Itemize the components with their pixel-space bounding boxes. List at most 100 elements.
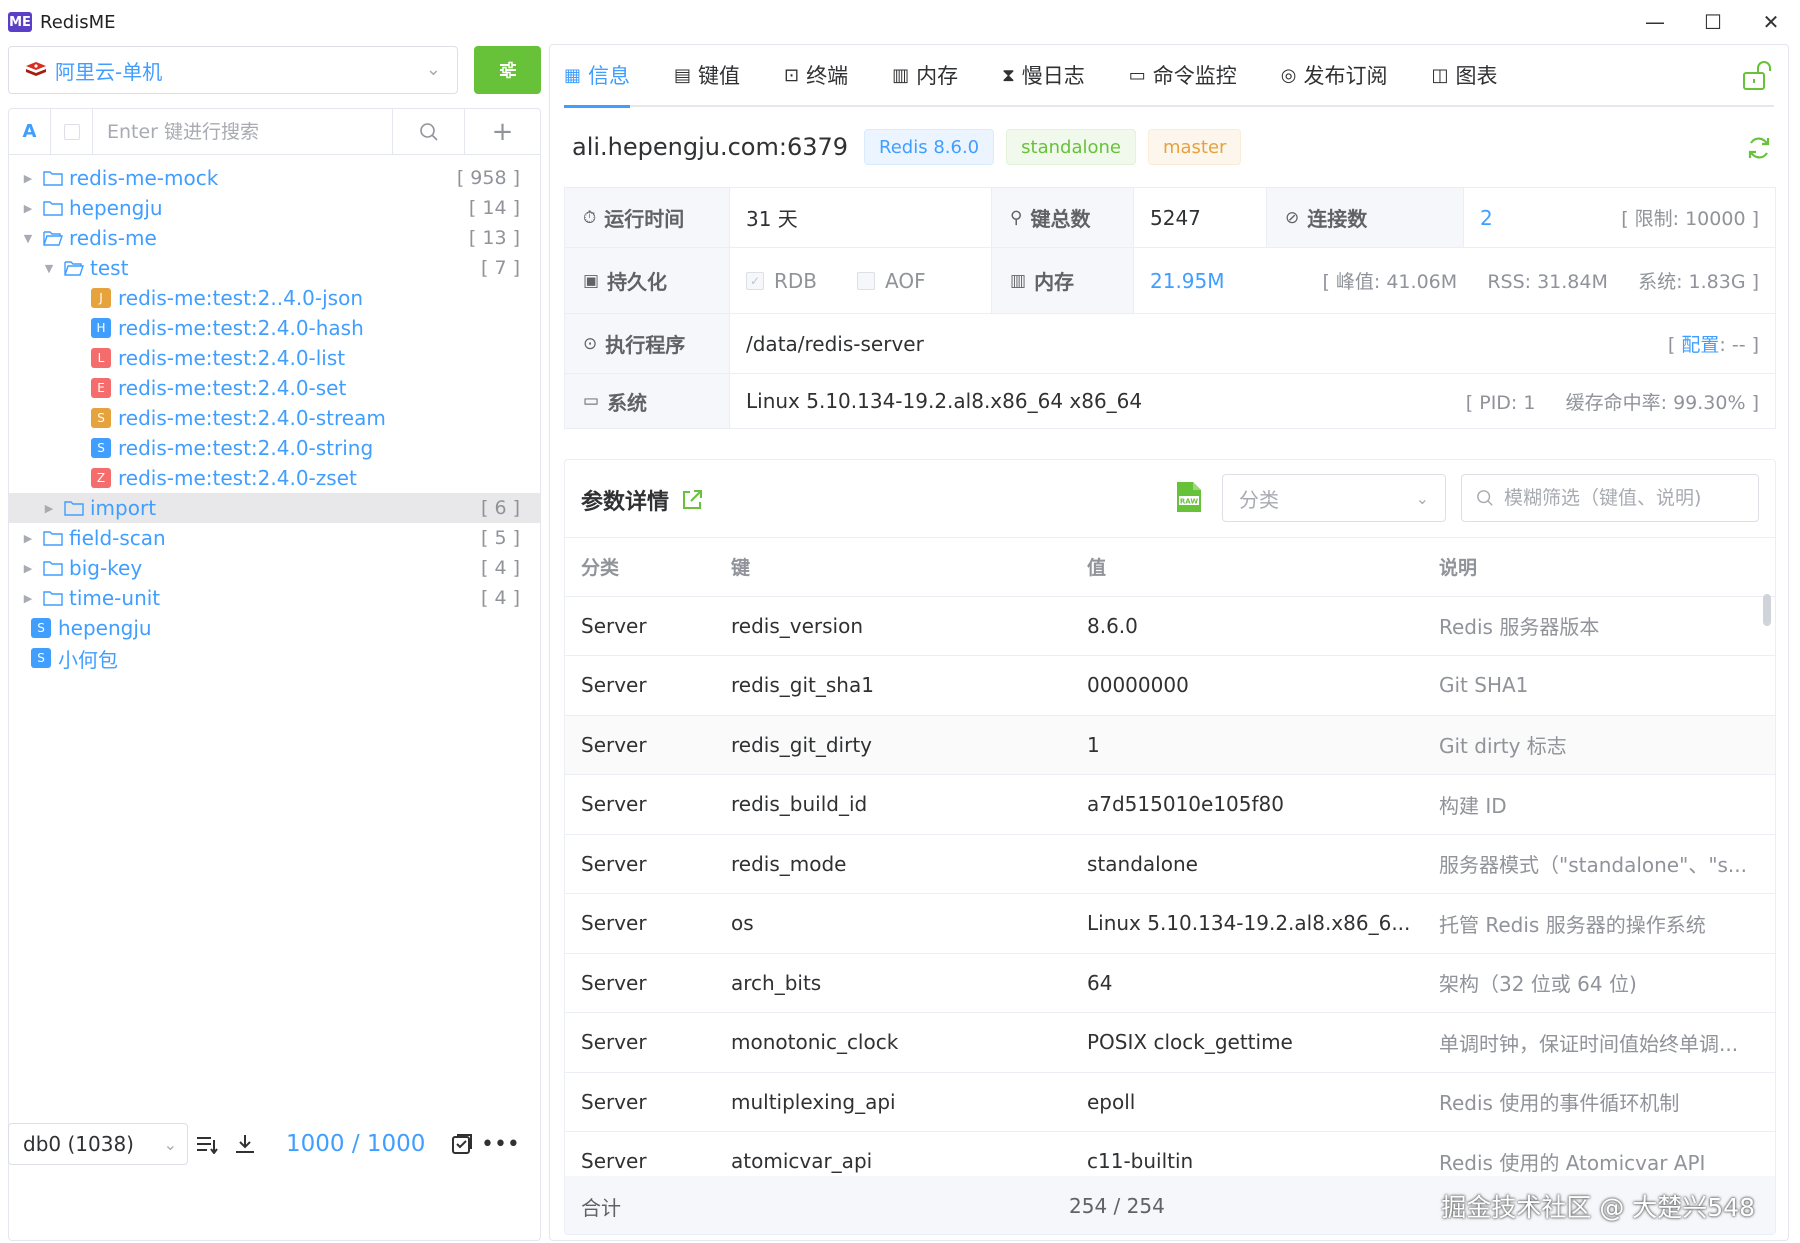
tree-count: [ 4 ] <box>481 557 520 579</box>
sort-icon[interactable] <box>188 1134 226 1154</box>
tab-terminal[interactable]: ⊡ 终端 <box>784 45 848 105</box>
caret-right-icon[interactable]: ▶ <box>21 592 35 605</box>
external-link-icon[interactable] <box>681 489 703 511</box>
tab-calendar[interactable]: ▦ 信息 <box>564 45 631 108</box>
tab-chart[interactable]: ◫ 图表 <box>1432 45 1498 105</box>
table-row[interactable]: Server redis_version 8.6.0 Redis 服务器版本 <box>565 596 1775 656</box>
tree-key[interactable]: Lredis-me:test:2.4.0-list <box>9 343 540 373</box>
search-bar: A + <box>9 109 540 155</box>
tree-folder[interactable]: ▼ test [ 7 ] <box>9 253 540 283</box>
connection-name: 阿里云-单机 <box>55 59 163 84</box>
tree-key[interactable]: Sredis-me:test:2.4.0-string <box>9 433 540 463</box>
tree-key[interactable]: Sredis-me:test:2.4.0-stream <box>9 403 540 433</box>
tree-key[interactable]: Zredis-me:test:2.4.0-zset <box>9 463 540 493</box>
tree-key[interactable]: Jredis-me:test:2..4.0-json <box>9 283 540 313</box>
table-row[interactable]: Server redis_git_dirty 1 Git dirty 标志 <box>565 715 1775 775</box>
column-header[interactable]: 说明 <box>1423 538 1775 597</box>
tab-hourglass[interactable]: ⧗ 慢日志 <box>1002 45 1085 105</box>
tab-label: 命令监控 <box>1152 64 1237 88</box>
tree-label: hepengju <box>58 616 152 640</box>
table-row[interactable]: Server redis_git_sha1 00000000 Git SHA1 <box>565 655 1775 716</box>
minimize-button[interactable]: — <box>1626 0 1684 44</box>
tree-key[interactable]: Hredis-me:test:2.4.0-hash <box>9 313 540 343</box>
tab-broadcast[interactable]: ◎ 发布订阅 <box>1281 45 1388 105</box>
tab-monitor[interactable]: ▭ 命令监控 <box>1129 45 1237 105</box>
close-button[interactable]: ✕ <box>1742 0 1800 44</box>
batch-select-icon[interactable] <box>443 1133 481 1155</box>
connection-select[interactable]: 阿里云-单机 ⌄ <box>8 46 458 94</box>
connection-settings-button[interactable] <box>474 46 541 94</box>
table-row[interactable]: Server multiplexing_api epoll Redis 使用的事件循环… <box>565 1072 1775 1132</box>
server-header: ali.hepengju.com:6379 Redis 8.6.0 standa… <box>572 125 1772 169</box>
tree-label: redis-me:test:2..4.0-json <box>118 286 363 310</box>
search-button[interactable] <box>393 109 465 154</box>
chevron-down-icon: ⌄ <box>425 59 441 80</box>
tree-folder[interactable]: ▶ big-key [ 4 ] <box>9 553 540 583</box>
tab-label: 信息 <box>588 64 631 88</box>
column-header[interactable]: 值 <box>1071 538 1423 597</box>
value-cell: 1 <box>1071 715 1423 775</box>
tree-key[interactable]: Shepengju <box>9 613 540 643</box>
tree-folder[interactable]: ▶ hepengju [ 14 ] <box>9 193 540 223</box>
tree-folder[interactable]: ▶ import [ 6 ] <box>9 493 540 523</box>
tab-memory[interactable]: ▥ 内存 <box>892 45 958 105</box>
filter-field[interactable] <box>1461 474 1759 522</box>
key-type-badge: S <box>91 438 111 458</box>
tree-folder[interactable]: ▶ field-scan [ 5 ] <box>9 523 540 553</box>
select-all-checkbox[interactable] <box>51 109 93 154</box>
raw-file-icon[interactable]: RAW <box>1175 480 1203 514</box>
key-type-badge: L <box>91 348 111 368</box>
key-cell: redis_git_dirty <box>715 715 1071 775</box>
memory-value[interactable]: 21.95M <box>1150 269 1225 293</box>
filter-input[interactable] <box>1504 487 1754 509</box>
refresh-icon[interactable] <box>1746 135 1772 165</box>
tree-folder[interactable]: ▼ redis-me [ 13 ] <box>9 223 540 253</box>
search-mode-toggle[interactable]: A <box>9 109 51 154</box>
download-icon[interactable] <box>226 1134 264 1154</box>
search-icon <box>419 122 438 141</box>
tree-key[interactable]: S 小何包 <box>9 643 540 673</box>
monitor-icon: ▭ <box>583 391 600 411</box>
config-link[interactable]: 配置 <box>1681 334 1719 356</box>
tree-folder[interactable]: ▶ time-unit [ 4 ] <box>9 583 540 613</box>
caret-right-icon[interactable]: ▶ <box>42 502 56 515</box>
caret-down-icon[interactable]: ▼ <box>42 262 56 275</box>
column-header[interactable]: 分类 <box>565 538 715 597</box>
add-key-button[interactable]: + <box>465 109 540 154</box>
tab-document[interactable]: ▤ 键值 <box>674 45 740 105</box>
search-input[interactable] <box>93 109 393 154</box>
tab-bar: ▦ 信息 ▤ 键值 ⊡ 终端 ▥ 内存 ⧗ 慢日志 ▭ 命令监控 ◎ 发布订阅 ◫ 图表 <box>564 45 1774 108</box>
table-row[interactable]: Server redis_mode standalone 服务器模式（"standal… <box>565 834 1775 894</box>
maximize-button[interactable]: ☐ <box>1684 0 1742 44</box>
caret-right-icon[interactable]: ▶ <box>21 202 35 215</box>
category-select[interactable]: 分类 ⌄ <box>1222 474 1446 522</box>
tree-count: [ 13 ] <box>468 227 520 249</box>
server-host: ali.hepengju.com:6379 <box>572 133 849 161</box>
table-row[interactable]: Server monotonic_clock POSIX clock_gettime… <box>565 1012 1775 1073</box>
memory-detail: [ 峰值: 41.06M RSS: 31.84M 系统: 1.83G ] <box>1322 271 1759 293</box>
value-cell: 64 <box>1071 953 1423 1013</box>
title-bar: ME RedisME — ☐ ✕ <box>0 0 1800 44</box>
database-select[interactable]: db0 (1038) ⌄ <box>8 1123 188 1165</box>
system-detail: [ PID: 1 缓存命中率: 99.30% ] <box>1465 391 1759 414</box>
table-row[interactable]: Server redis_build_id a7d515010e105f80 构建 I… <box>565 774 1775 835</box>
tree-key[interactable]: Eredis-me:test:2.4.0-set <box>9 373 540 403</box>
uptime-value: 31 天 <box>730 188 992 247</box>
caret-down-icon[interactable]: ▼ <box>21 232 35 245</box>
tree-folder[interactable]: ▶ redis-me-mock [ 958 ] <box>9 163 540 193</box>
value-cell: 8.6.0 <box>1071 596 1423 656</box>
unlock-icon[interactable] <box>1742 61 1774 95</box>
caret-right-icon[interactable]: ▶ <box>21 562 35 575</box>
table-row[interactable]: Server arch_bits 64 架构（32 位或 64 位) <box>565 953 1775 1013</box>
caret-right-icon[interactable]: ▶ <box>21 532 35 545</box>
column-header[interactable]: 键 <box>715 538 1071 597</box>
connections-value[interactable]: 2 <box>1480 206 1493 230</box>
table-row[interactable]: Server os Linux 5.10.134-19.2.al8.x86_6...… <box>565 893 1775 954</box>
tree-label: redis-me:test:2.4.0-list <box>118 346 346 370</box>
more-icon[interactable]: ••• <box>481 1132 520 1157</box>
table-scrollbar[interactable] <box>1763 594 1771 626</box>
key-type-badge: S <box>31 618 51 638</box>
search-icon <box>1477 490 1493 506</box>
caret-right-icon[interactable]: ▶ <box>21 172 35 185</box>
summary-value: 254 / 254 <box>1069 1194 1165 1218</box>
